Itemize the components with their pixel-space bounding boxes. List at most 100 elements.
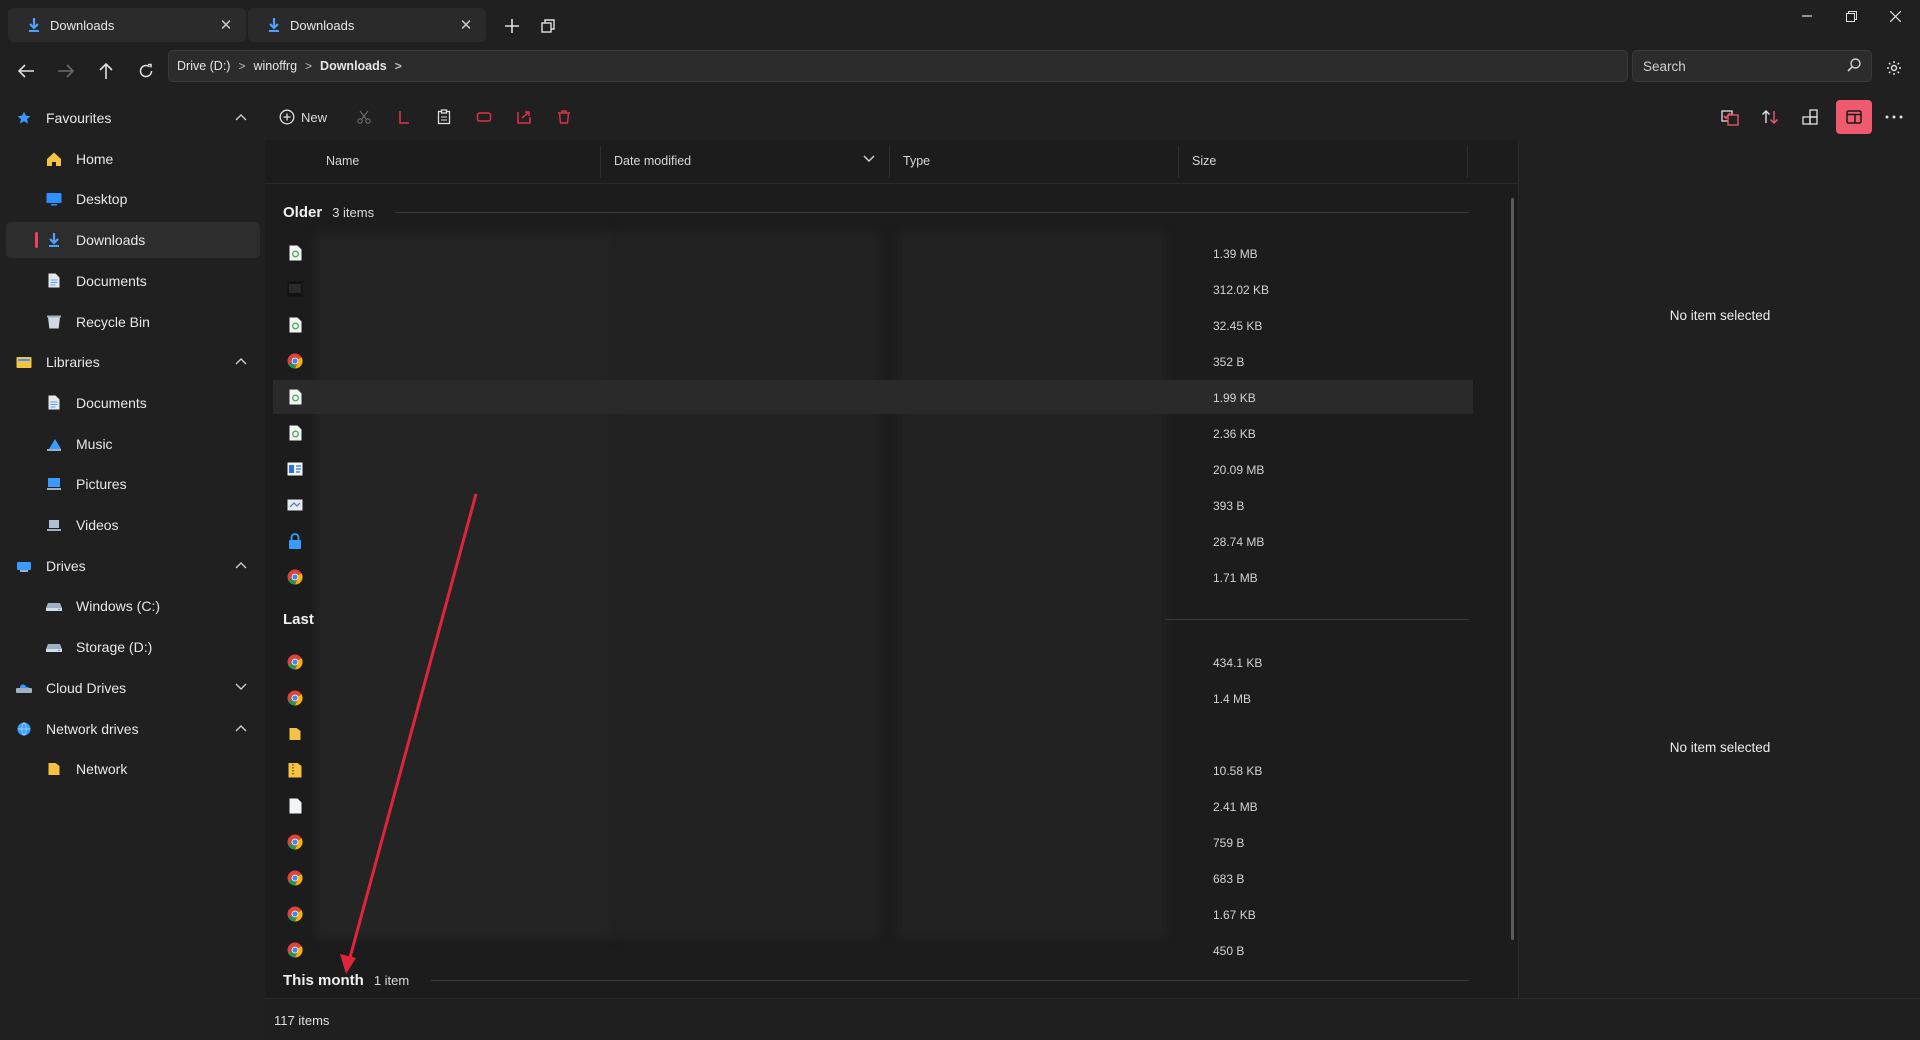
app-file-icon [287,461,303,477]
chevron-up-icon[interactable] [234,721,248,735]
layout-button[interactable] [1799,104,1821,130]
close-icon[interactable]: ✕ [458,17,474,34]
breadcrumb-item[interactable]: Drive (D:) > [177,59,253,73]
file-row[interactable]: 683 B [273,861,1473,895]
column-header-size[interactable]: Size [1192,154,1216,168]
sidebar-item-windows-c[interactable]: Windows (C:) [6,588,260,624]
group-header-this-month[interactable]: This month 1 item [283,968,409,992]
sidebar-item-network[interactable]: Network [6,751,260,787]
column-divider[interactable] [889,146,890,178]
column-divider[interactable] [1178,146,1179,178]
file-row[interactable]: 1.99 KB [273,380,1473,414]
column-divider[interactable] [600,146,601,178]
sidebar-item-label: Cloud Drives [46,679,127,696]
rename-button[interactable] [473,104,495,130]
image-file-icon [287,281,303,297]
column-header-name[interactable]: Name [326,154,359,168]
back-button[interactable] [12,58,40,84]
chevron-up-icon[interactable] [234,354,248,368]
refresh-button[interactable] [132,58,160,84]
duplicate-tab-button[interactable] [536,14,560,38]
file-row[interactable]: 10.58 KB [273,753,1473,787]
group-header-older[interactable]: Older 3 items [283,200,374,224]
file-row[interactable]: 434.1 KB [273,645,1473,679]
tab-downloads-2[interactable]: Downloads ✕ [248,8,486,42]
vertical-scrollbar[interactable] [1511,198,1514,940]
sidebar-item-documents[interactable]: Documents [6,263,260,299]
file-row[interactable]: 32.45 KB [273,308,1473,342]
forward-button[interactable] [52,58,80,84]
file-row[interactable]: 1.71 MB [273,560,1473,594]
new-button[interactable]: New [279,104,327,130]
search-icon[interactable] [1847,57,1861,75]
tab-downloads-1[interactable]: Downloads ✕ [8,8,246,42]
file-row[interactable]: 1.4 MB [273,681,1473,715]
file-row[interactable]: 759 B [273,825,1473,859]
file-list[interactable]: Name Date modified Type Size Older 3 ite… [265,140,1518,998]
sidebar-item-home[interactable]: Home [6,141,260,177]
sidebar-item-music[interactable]: Music [6,426,260,462]
sort-button[interactable] [1759,104,1781,130]
column-header-type[interactable]: Type [903,154,930,168]
file-row[interactable]: 2.41 MB [273,789,1473,823]
download-icon [268,18,280,32]
minimize-button[interactable] [1784,4,1830,28]
zip-folder-icon [287,762,303,778]
column-header-date-modified[interactable]: Date modified [614,154,691,168]
sidebar-section-libraries[interactable]: Libraries [6,344,260,380]
file-row[interactable] [273,717,1473,751]
file-row[interactable]: 312.02 KB [273,272,1473,306]
file-row[interactable]: 1.67 KB [273,897,1473,931]
breadcrumb-item[interactable]: winoffrg > [253,59,320,73]
sidebar-section-cloud-drives[interactable]: Cloud Drives [6,670,260,706]
sidebar-item-recycle-bin[interactable]: Recycle Bin [6,304,260,340]
search-input[interactable] [1643,58,1847,74]
sidebar-item-desktop[interactable]: Desktop [6,181,260,217]
column-divider[interactable] [1467,146,1468,178]
address-bar[interactable]: Drive (D:) > winoffrg > Downloads > [168,50,1628,82]
group-separator [431,980,1469,981]
file-row[interactable]: 2.36 KB [273,416,1473,450]
sidebar-section-network-drives[interactable]: Network drives [6,711,260,747]
breadcrumb-item[interactable]: Downloads > [320,59,410,73]
delete-button[interactable] [553,104,575,130]
settings-button[interactable] [1882,56,1906,80]
close-window-button[interactable] [1872,4,1918,28]
chevron-up-icon[interactable] [234,110,248,124]
chevron-up-icon[interactable] [234,558,248,572]
sidebar-item-downloads[interactable]: Downloads [6,222,260,259]
restore-button[interactable] [1828,4,1874,28]
chevron-down-icon[interactable] [863,152,875,166]
chevron-down-icon[interactable] [234,680,248,694]
sidebar-item-pictures[interactable]: Pictures [6,466,260,502]
share-button[interactable] [513,104,535,130]
sidebar-item-label: Home [76,150,114,167]
close-icon[interactable]: ✕ [218,17,234,34]
group-header-last[interactable]: Last [283,607,314,631]
sidebar-item-storage-d[interactable]: Storage (D:) [6,629,260,665]
group-title: This month [283,971,364,989]
sidebar-section-favourites[interactable]: Favourites [6,100,260,136]
cut-button[interactable] [353,104,375,130]
new-tab-button[interactable] [500,14,524,38]
sidebar-item-videos[interactable]: Videos [6,507,260,543]
sidebar-item-documents[interactable]: Documents [6,385,260,421]
file-row[interactable]: 393 B [273,488,1473,522]
copy-button[interactable] [393,104,415,130]
group-title: Last [283,610,314,628]
preview-pane-toggle[interactable] [1836,100,1872,134]
up-button[interactable] [92,58,120,84]
file-row[interactable]: 352 B [273,344,1473,378]
file-row[interactable]: 450 B [273,933,1473,967]
file-row[interactable]: 1.39 MB [273,236,1473,270]
file-row[interactable]: 28.74 MB [273,524,1473,558]
share-icon [517,111,531,124]
tab-label: Downloads [50,17,115,33]
more-options-button[interactable] [1883,104,1905,130]
file-row[interactable]: 20.09 MB [273,452,1473,486]
search-box[interactable] [1632,50,1872,82]
select-mode-button[interactable] [1719,104,1741,130]
sidebar-section-drives[interactable]: Drives [6,548,260,584]
file-size: 1.71 MB [1213,571,1258,585]
paste-button[interactable] [433,104,455,130]
